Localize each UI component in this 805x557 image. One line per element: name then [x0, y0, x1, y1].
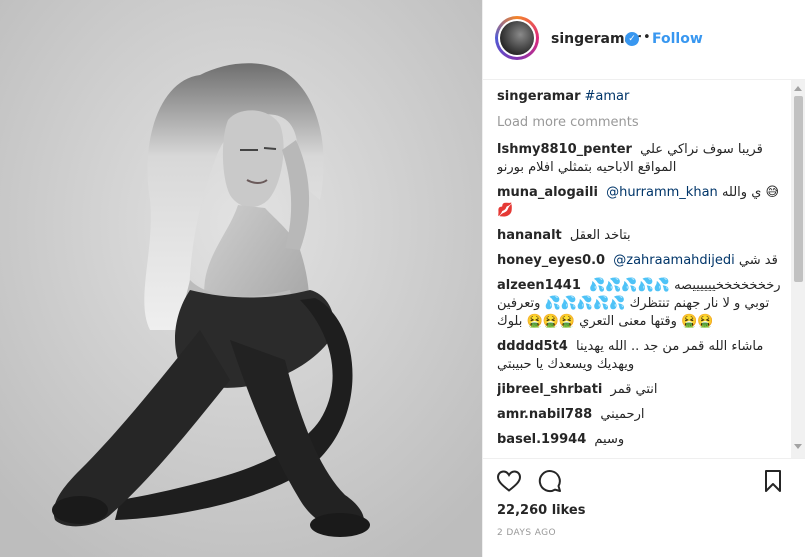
caption-username[interactable]: singeramar [497, 89, 580, 104]
caption-hashtag[interactable]: #amar [584, 89, 629, 104]
comment-text: بتاخد العقل [569, 228, 631, 243]
comment-text: وسيم [594, 432, 625, 447]
comment-username[interactable]: honey_eyes0.0 [497, 253, 605, 268]
heart-outline-icon[interactable] [496, 469, 522, 497]
comment-mention[interactable]: @hurramm_khan [606, 185, 718, 200]
post-details-panel: singeramar ✓ • Follow singeramar #amar Lo… [482, 0, 805, 557]
post-photo-illustration [0, 0, 482, 557]
comment-item: lshmy8810_penter قريبا سوف نراكي علي الم… [497, 141, 789, 177]
comment-username[interactable]: basel.19944 [497, 432, 586, 447]
comment-text: ارحميني [600, 407, 645, 422]
speech-bubble-icon[interactable] [538, 469, 562, 497]
comment-item: ddddd5t4 ماشاء الله قمر من جد .. الله يه… [497, 338, 789, 374]
load-more-comments-button[interactable]: Load more comments [497, 114, 789, 132]
comment-item: alzeen1441 رخخخخخخخييييييصه 💦💦💦💦💦 توبي و… [497, 277, 789, 331]
comments-scrollbar[interactable] [791, 80, 805, 458]
follow-button[interactable]: Follow [652, 31, 703, 47]
story-ring[interactable] [495, 16, 539, 60]
comment-item: muna_alogaili @hurramm_khan ي والله 😅 💋 [497, 184, 789, 220]
comments-list: singeramar #amar Load more comments lshmy… [497, 88, 789, 454]
comment-item: amr.nabil788 ارحميني [497, 406, 789, 424]
separator-dot: • [643, 30, 651, 45]
avatar[interactable] [498, 19, 536, 57]
post-actions: 22,260 likes 2 DAYS AGO [483, 458, 805, 557]
bookmark-icon[interactable] [763, 469, 783, 497]
avatar-image [500, 21, 534, 55]
scroll-down-arrow-icon[interactable] [794, 444, 802, 449]
comment-username[interactable]: ddddd5t4 [497, 339, 568, 354]
post-header: singeramar ✓ • Follow [483, 0, 805, 80]
comment-text: قد شي [738, 253, 778, 268]
likes-count[interactable]: 22,260 likes [497, 503, 585, 518]
comment-username[interactable]: jibreel_shrbati [497, 382, 602, 397]
comment-username[interactable]: lshmy8810_penter [497, 142, 632, 157]
comment-item: hananalt بتاخد العقل [497, 227, 789, 245]
comment-item: basel.19944 وسيم [497, 431, 789, 449]
scrollbar-thumb[interactable] [794, 96, 803, 282]
comment-username[interactable]: hananalt [497, 228, 562, 243]
comment-text: انتي قمر [610, 382, 658, 397]
post-timestamp[interactable]: 2 DAYS AGO [497, 528, 556, 538]
comment-username[interactable]: muna_alogaili [497, 185, 598, 200]
post-photo[interactable] [0, 0, 482, 557]
comment-username[interactable]: amr.nabil788 [497, 407, 592, 422]
comment-item: honey_eyes0.0 @zahraamahdijedi قد شي [497, 252, 789, 270]
comment-username[interactable]: alzeen1441 [497, 278, 581, 293]
scroll-up-arrow-icon[interactable] [794, 86, 802, 91]
comment-item: jibreel_shrbati انتي قمر [497, 381, 789, 399]
verified-badge-icon: ✓ [625, 32, 639, 46]
comment-mention[interactable]: @zahraamahdijedi [613, 253, 735, 268]
caption: singeramar #amar [497, 88, 789, 106]
